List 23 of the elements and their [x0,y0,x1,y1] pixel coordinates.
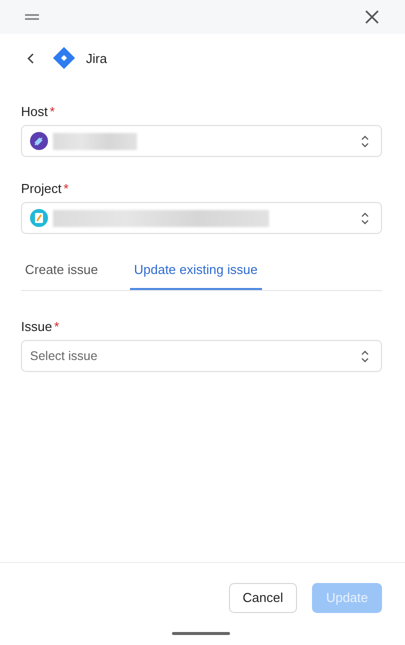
chevron-updown-icon [361,134,369,148]
field-label: Host [21,104,48,119]
close-icon[interactable] [365,10,379,24]
back-icon[interactable] [27,52,34,64]
required-mark: * [63,181,69,196]
tab[interactable]: Update existing issue [130,250,262,290]
field-label: Issue [21,319,52,334]
select-field[interactable] [21,202,382,234]
drag-handle-icon[interactable] [24,14,40,20]
required-mark: * [50,104,55,119]
field-label: Project [21,181,62,196]
diamond-logo-icon [53,47,75,69]
page-title: Jira [86,50,107,66]
tab[interactable]: Create issue [21,250,98,290]
select-field[interactable]: Select issue [21,340,382,372]
cancel-button[interactable]: Cancel [228,582,298,612]
notepad-icon [30,209,48,227]
required-mark: * [54,319,60,334]
home-indicator [172,632,230,635]
placeholder-text: Select issue [30,349,98,363]
select-field[interactable] [21,125,382,157]
chevron-updown-icon [361,350,369,362]
chevron-updown-icon [361,212,369,224]
